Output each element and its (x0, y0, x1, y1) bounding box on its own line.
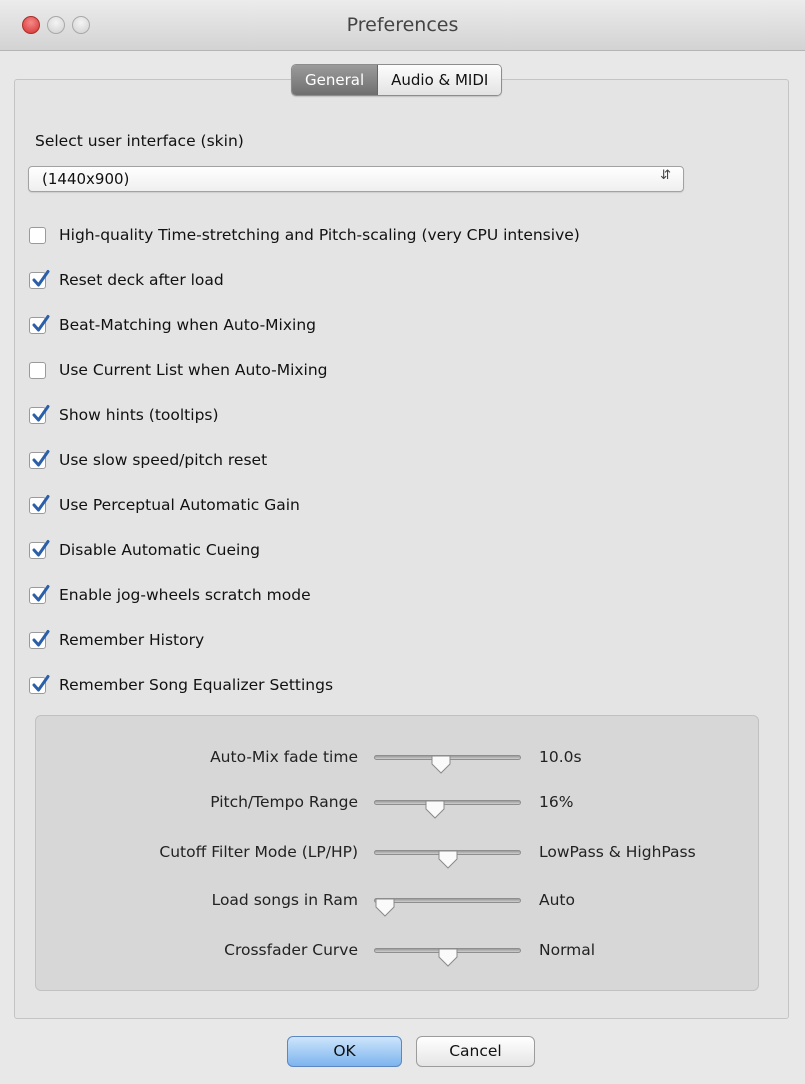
option-row[interactable]: Beat-Matching when Auto-Mixing (29, 314, 316, 336)
tab-audio-midi[interactable]: Audio & MIDI (378, 65, 502, 95)
checkbox-checked[interactable] (29, 584, 50, 604)
option-row[interactable]: Remember History (29, 629, 204, 651)
slider-label: Load songs in Ram (211, 891, 358, 909)
checkmark-icon (32, 584, 50, 601)
checkbox-checked[interactable] (29, 674, 50, 694)
option-label: Show hints (tooltips) (59, 406, 219, 424)
skin-select[interactable]: (1440x900) ⇵ (28, 166, 684, 192)
slider-label: Crossfader Curve (224, 941, 358, 959)
slider-track[interactable] (374, 898, 521, 917)
slider-label: Auto-Mix fade time (210, 748, 358, 766)
ok-button[interactable]: OK (287, 1036, 402, 1067)
cancel-button[interactable]: Cancel (416, 1036, 535, 1067)
checkbox-checked[interactable] (29, 449, 50, 469)
checkmark-icon (32, 629, 50, 646)
window-title: Preferences (346, 14, 459, 36)
option-label: Enable jog-wheels scratch mode (59, 586, 311, 604)
slider-value: LowPass & HighPass (539, 843, 696, 861)
checkbox-checked[interactable] (29, 494, 50, 514)
title-bar: Preferences (0, 0, 805, 51)
tab-general[interactable]: General (292, 65, 379, 95)
option-label: Disable Automatic Cueing (59, 541, 260, 559)
slider-row: Auto-Mix fade time 10.0s (0, 744, 805, 774)
option-row[interactable]: Show hints (tooltips) (29, 404, 219, 426)
option-label: High-quality Time-stretching and Pitch-s… (59, 226, 580, 244)
checkmark-icon (32, 494, 50, 511)
checkbox-checked[interactable] (29, 629, 50, 649)
slider-track[interactable] (374, 800, 521, 819)
checkbox-checked[interactable] (29, 314, 50, 334)
slider-row: Pitch/Tempo Range 16% (0, 789, 805, 819)
slider-thumb[interactable] (437, 948, 459, 972)
checkbox-unchecked[interactable] (29, 226, 46, 244)
checkmark-icon (32, 404, 50, 421)
slider-thumb[interactable] (424, 800, 446, 824)
checkmark-icon (32, 674, 50, 691)
option-row[interactable]: Use Perceptual Automatic Gain (29, 494, 300, 516)
slider-label: Pitch/Tempo Range (210, 793, 358, 811)
checkmark-icon (32, 269, 50, 286)
option-label: Remember History (59, 631, 205, 649)
option-label: Reset deck after load (59, 271, 224, 289)
checkmark-icon (32, 449, 50, 466)
option-label: Use Current List when Auto-Mixing (59, 361, 328, 379)
option-row[interactable]: Disable Automatic Cueing (29, 539, 260, 561)
slider-value: Auto (539, 891, 575, 909)
slider-row: Cutoff Filter Mode (LP/HP) LowPass & High… (0, 839, 805, 869)
checkmark-icon (32, 539, 50, 556)
slider-row: Crossfader Curve Normal (0, 937, 805, 967)
option-label: Beat-Matching when Auto-Mixing (59, 316, 317, 334)
skin-select-value: (1440x900) (42, 170, 130, 188)
slider-value: 10.0s (539, 748, 582, 766)
checkbox-unchecked[interactable] (29, 361, 46, 379)
slider-track[interactable] (374, 948, 521, 967)
slider-thumb[interactable] (437, 850, 459, 874)
slider-value: 16% (539, 793, 574, 811)
checkbox-checked[interactable] (29, 404, 50, 424)
slider-label: Cutoff Filter Mode (LP/HP) (159, 843, 358, 861)
skin-select-label: Select user interface (skin) (35, 132, 244, 150)
option-row[interactable]: Use slow speed/pitch reset (29, 449, 267, 471)
option-label: Use slow speed/pitch reset (59, 451, 268, 469)
slider-track[interactable] (374, 850, 521, 869)
slider-track[interactable] (374, 755, 521, 774)
option-row[interactable]: Remember Song Equalizer Settings (29, 674, 333, 696)
tab-bar: General Audio & MIDI (291, 64, 503, 96)
slider-row: Load songs in Ram Auto (0, 887, 805, 917)
option-row[interactable]: Enable jog-wheels scratch mode (29, 584, 311, 606)
checkbox-checked[interactable] (29, 539, 50, 559)
option-row[interactable]: High-quality Time-stretching and Pitch-s… (29, 224, 580, 246)
option-row[interactable]: Use Current List when Auto-Mixing (29, 359, 328, 381)
checkbox-checked[interactable] (29, 269, 50, 289)
option-row[interactable]: Reset deck after load (29, 269, 224, 291)
slider-value: Normal (539, 941, 596, 959)
option-label: Use Perceptual Automatic Gain (59, 496, 300, 514)
option-label: Remember Song Equalizer Settings (59, 676, 334, 694)
slider-thumb[interactable] (374, 898, 396, 922)
updown-arrows-icon: ⇵ (660, 168, 671, 183)
slider-thumb[interactable] (430, 755, 452, 779)
checkmark-icon (32, 314, 50, 331)
